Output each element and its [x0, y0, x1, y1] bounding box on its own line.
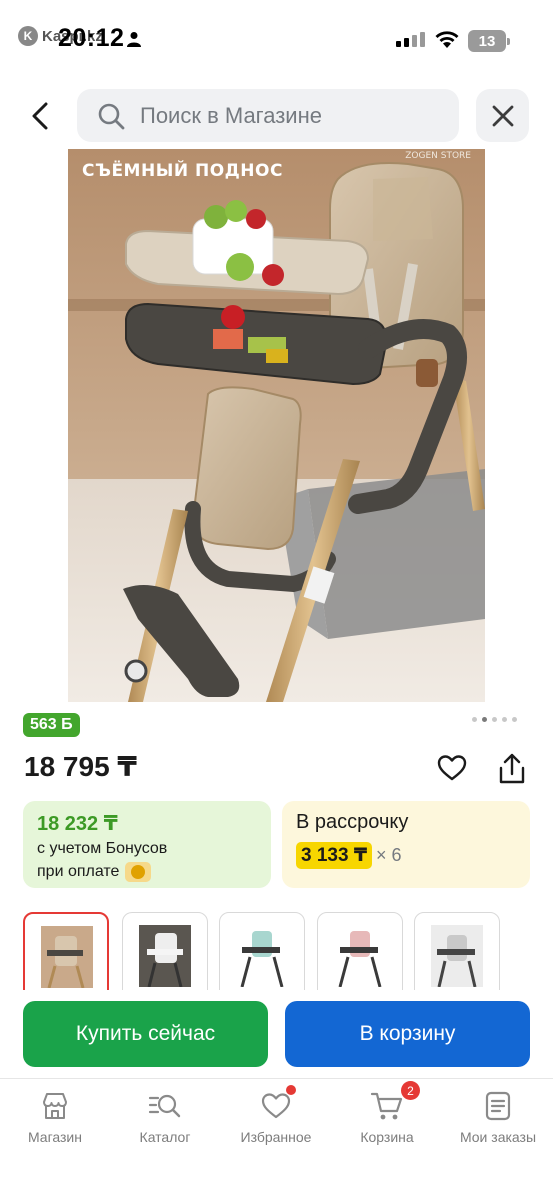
favorite-button[interactable] — [436, 752, 468, 789]
share-button[interactable] — [496, 752, 528, 791]
pagination-dot — [492, 717, 497, 722]
search-bar[interactable] — [77, 89, 459, 142]
bonus-line-1-text: с учетом Бонусов — [37, 840, 168, 857]
close-icon — [492, 105, 513, 126]
battery-indicator: 13 — [468, 30, 510, 52]
add-to-cart-button[interactable]: В корзину — [285, 1001, 530, 1067]
clock: 20:12 — [58, 24, 125, 52]
pagination-dot — [472, 717, 477, 722]
nav-label-orders: Мои заказы — [459, 1129, 537, 1145]
installment-monthly: 3 133 ₸ — [296, 842, 373, 869]
thumbnail-image — [236, 925, 288, 987]
thumbnail-3[interactable] — [219, 912, 305, 990]
notification-dot — [286, 1085, 296, 1095]
heart-icon — [437, 755, 467, 781]
bonus-price-amount: 18 232 ₸ — [37, 813, 118, 835]
buy-now-button[interactable]: Купить сейчас — [23, 1001, 268, 1067]
bonus-price-card[interactable]: 18 232 ₸ с учетом Бонусов при оплате — [23, 801, 271, 888]
share-icon — [499, 753, 525, 784]
nav-label-store: Магазин — [27, 1129, 82, 1145]
installment-card[interactable]: В рассрочку 3 133 ₸ × 6 — [282, 801, 530, 888]
bottom-navigation: Магазин Каталог Избранное 2 Корзина Мои … — [0, 1078, 553, 1200]
kaspi-logo-icon: K — [18, 26, 38, 46]
person-icon — [127, 32, 141, 47]
pagination-dot — [502, 717, 507, 722]
product-image[interactable]: СЪЁМНЫЙ ПОДНОС ZOGEN STORE — [68, 149, 485, 702]
nav-item-catalog[interactable]: Каталог — [110, 1089, 220, 1145]
catalog-search-icon — [148, 1089, 182, 1123]
orders-icon — [481, 1089, 515, 1123]
image-pagination-dots — [472, 717, 517, 722]
nav-item-cart[interactable]: 2 Корзина — [332, 1081, 442, 1145]
product-price: 18 795 ₸ — [24, 751, 137, 782]
store-icon — [38, 1089, 72, 1123]
high-chair-photo — [68, 149, 485, 702]
thumbnail-1[interactable] — [23, 912, 109, 990]
search-icon — [98, 103, 125, 129]
pagination-dot-active — [482, 717, 487, 722]
status-bar: K Kaspi.kz 20:12 13 — [0, 0, 553, 80]
chevron-left-icon — [32, 102, 48, 130]
kaspi-gold-chip-icon — [125, 862, 152, 882]
thumbnail-image — [334, 925, 386, 987]
cart-icon: 2 — [370, 1081, 420, 1123]
thumbnail-image — [431, 925, 483, 987]
thumbnail-strip[interactable] — [23, 912, 553, 990]
installment-title: В рассрочку — [296, 811, 409, 833]
bonus-line-2: при оплате — [37, 862, 257, 882]
thumbnail-4[interactable] — [317, 912, 403, 990]
close-button[interactable] — [476, 89, 529, 142]
installment-multiplier: × 6 — [376, 845, 402, 865]
cellular-signal-icon — [396, 32, 425, 47]
bonus-badge: 563 Б — [23, 713, 80, 737]
thumbnail-image — [41, 926, 93, 988]
nav-item-favorites[interactable]: Избранное — [221, 1085, 331, 1145]
nav-item-store[interactable]: Магазин — [0, 1089, 110, 1145]
bonus-line-1: с учетом Бонусов — [37, 840, 257, 858]
cart-count-badge: 2 — [401, 1081, 420, 1100]
heart-icon — [259, 1085, 296, 1123]
search-input[interactable] — [140, 102, 440, 129]
nav-item-orders[interactable]: Мои заказы — [443, 1089, 553, 1145]
thumbnail-image — [139, 925, 191, 987]
bonus-line-2-text: при оплате — [37, 863, 120, 880]
installment-row: 3 133 ₸ × 6 — [296, 842, 516, 869]
back-button[interactable] — [24, 96, 60, 136]
nav-label-catalog: Каталог — [139, 1129, 191, 1145]
nav-label-cart: Корзина — [360, 1129, 414, 1145]
image-brand-watermark: ZOGEN STORE — [405, 151, 471, 161]
image-caption: СЪЁМНЫЙ ПОДНОС — [82, 161, 283, 181]
pagination-dot — [512, 717, 517, 722]
wifi-icon — [435, 31, 459, 48]
nav-label-favorites: Избранное — [240, 1129, 312, 1145]
thumbnail-2[interactable] — [122, 912, 208, 990]
thumbnail-5[interactable] — [414, 912, 500, 990]
